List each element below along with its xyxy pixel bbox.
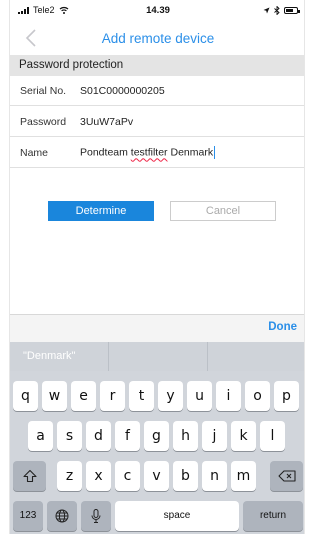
carrier-name: Tele2 <box>33 5 55 15</box>
done-button[interactable]: Done <box>268 321 297 333</box>
password-label: Password <box>20 115 67 128</box>
key-d[interactable]: d <box>86 421 111 451</box>
serial-label: Serial No. <box>20 84 67 97</box>
name-field[interactable]: Pondteam testfilter Denmark <box>80 146 304 159</box>
globe-key[interactable] <box>47 501 77 531</box>
name-word-misspelled: testfilter <box>130 146 168 159</box>
key-x[interactable]: x <box>86 461 111 491</box>
name-word-3: Denmark <box>170 146 214 159</box>
key-b[interactable]: b <box>173 461 198 491</box>
password-field[interactable]: 3UuW7aPv <box>80 116 304 128</box>
serial-row: Serial No. S01C0000000205 <box>10 76 304 106</box>
suggestion-2[interactable] <box>109 342 208 371</box>
cancel-button[interactable]: Cancel <box>170 201 276 221</box>
delete-key[interactable] <box>270 461 303 491</box>
text-cursor <box>214 146 216 159</box>
wifi-icon <box>59 6 68 14</box>
return-key[interactable]: return <box>243 501 303 531</box>
name-row[interactable]: Name Pondteam testfilter Denmark <box>10 138 304 168</box>
location-icon <box>263 7 270 13</box>
status-bar: Tele2 14.39 <box>10 0 304 20</box>
key-y[interactable]: y <box>158 381 183 411</box>
password-row[interactable]: Password 3UuW7aPv <box>10 107 304 137</box>
determine-button[interactable]: Determine <box>48 201 154 221</box>
section-header: Password protection <box>10 55 304 76</box>
backspace-icon <box>277 470 296 482</box>
predictive-bar: "Denmark" <box>10 342 304 371</box>
signal-icon <box>18 6 29 14</box>
key-j[interactable]: j <box>202 421 227 451</box>
key-z[interactable]: z <box>57 461 82 491</box>
globe-icon <box>55 509 69 523</box>
key-g[interactable]: g <box>144 421 169 451</box>
name-word-1: Pondteam <box>80 146 128 159</box>
key-r[interactable]: r <box>100 381 125 411</box>
chevron-left-icon[interactable] <box>22 27 42 49</box>
key-u[interactable]: u <box>187 381 212 411</box>
key-p[interactable]: p <box>274 381 299 411</box>
phone-screen: Tele2 14.39 Add remote device Password p… <box>9 0 305 534</box>
shift-icon <box>22 469 37 483</box>
key-k[interactable]: k <box>231 421 256 451</box>
key-w[interactable]: w <box>42 381 67 411</box>
key-e[interactable]: e <box>71 381 96 411</box>
key-o[interactable]: o <box>245 381 270 411</box>
keyboard: q w e r t y u i o p a s d f g h j k l z … <box>10 371 304 534</box>
key-h[interactable]: h <box>173 421 198 451</box>
key-a[interactable]: a <box>28 421 53 451</box>
shift-key[interactable] <box>13 461 46 491</box>
numbers-key[interactable]: 123 <box>13 501 43 531</box>
status-time: 14.39 <box>146 4 170 16</box>
status-right <box>208 5 300 15</box>
microphone-icon <box>91 509 101 523</box>
bluetooth-icon <box>274 5 280 15</box>
serial-value: S01C0000000205 <box>80 84 165 97</box>
key-l[interactable]: l <box>260 421 285 451</box>
name-label: Name <box>20 146 49 159</box>
suggestion-3[interactable] <box>208 342 304 371</box>
battery-icon <box>284 6 300 14</box>
key-s[interactable]: s <box>57 421 82 451</box>
status-left: Tele2 <box>18 5 108 15</box>
keyboard-accessory-bar: Done <box>10 314 304 342</box>
key-c[interactable]: c <box>115 461 140 491</box>
space-key[interactable]: space <box>115 501 239 531</box>
key-v[interactable]: v <box>144 461 169 491</box>
dictation-key[interactable] <box>81 501 111 531</box>
key-i[interactable]: i <box>216 381 241 411</box>
suggestion-1[interactable]: "Denmark" <box>10 342 109 371</box>
navigation-bar: Add remote device <box>10 22 304 54</box>
page-title: Add remote device <box>101 30 215 46</box>
key-n[interactable]: n <box>202 461 227 491</box>
key-t[interactable]: t <box>129 381 154 411</box>
key-m[interactable]: m <box>231 461 256 491</box>
key-f[interactable]: f <box>115 421 140 451</box>
key-q[interactable]: q <box>13 381 38 411</box>
